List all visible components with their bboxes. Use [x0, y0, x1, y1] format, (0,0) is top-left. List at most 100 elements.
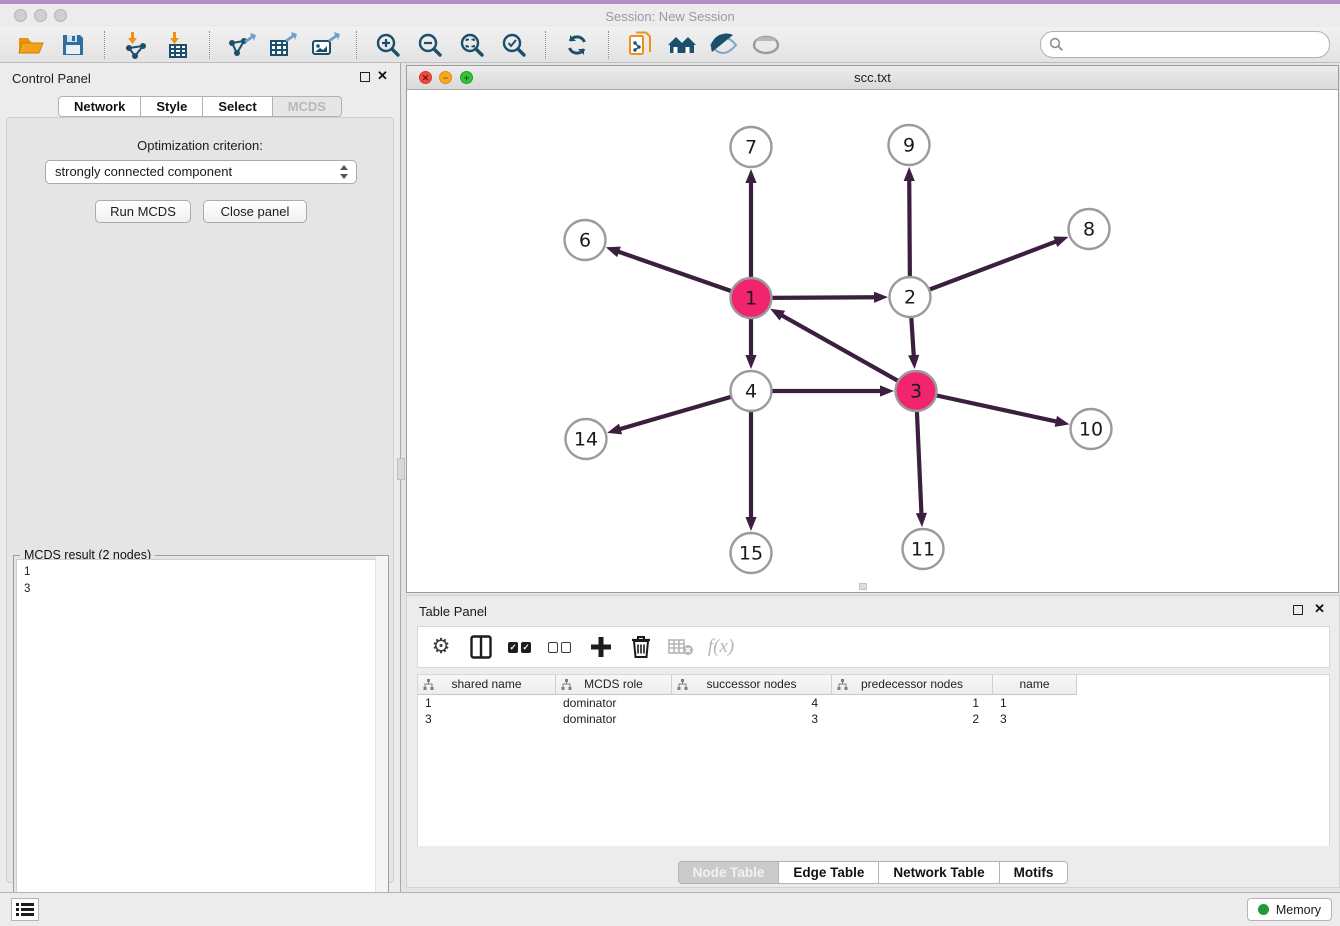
graph-node-label-4: 4 [745, 381, 757, 403]
network-canvas[interactable]: 7968124314101511 [407, 91, 1338, 592]
toolbar-separator [608, 31, 609, 59]
mcds-tab-content: Optimization criterion: strongly connect… [6, 117, 394, 883]
import-network-icon[interactable] [120, 30, 152, 60]
toolbar-separator [209, 31, 210, 59]
titlebar: Session: New Session [0, 4, 1340, 27]
zoom-in-icon[interactable] [372, 30, 404, 60]
control-panel: Control Panel ✕ Network Style Select MCD… [0, 63, 401, 892]
main-toolbar [0, 27, 1340, 63]
select-stepper-icon [339, 164, 350, 180]
graph-arrowhead [745, 169, 756, 183]
table-row[interactable]: 1 dominator 4 1 1 [418, 695, 1329, 711]
graph-arrowhead [770, 309, 785, 321]
graph-arrowhead [1053, 237, 1068, 247]
graph-arrowhead [874, 292, 888, 303]
graph-node-label-14: 14 [574, 429, 598, 451]
window-title: Session: New Session [0, 9, 1340, 24]
network-canvas-wrap: 7968124314101511 [407, 91, 1338, 597]
graph-arrowhead [880, 385, 894, 396]
home-view-icon[interactable] [666, 30, 698, 60]
graph-arrowhead [1055, 416, 1070, 427]
graph-arrowhead [606, 247, 621, 258]
network-view-title: scc.txt [407, 70, 1338, 85]
graph-node-label-11: 11 [911, 539, 935, 561]
view-resize-handle[interactable] [859, 583, 867, 590]
graph-edge-3-10[interactable] [936, 395, 1058, 422]
close-panel-button[interactable]: Close panel [203, 200, 307, 223]
show-hide-eye-icon[interactable] [750, 30, 782, 60]
table-row[interactable]: 3 dominator 3 2 3 [418, 711, 1329, 727]
search-input[interactable] [1040, 31, 1330, 58]
close-table-panel-icon[interactable]: ✕ [1314, 601, 1325, 617]
graph-edge-1-2[interactable] [771, 297, 876, 298]
zoom-out-icon[interactable] [414, 30, 446, 60]
graph-edge-1-6[interactable] [617, 251, 732, 291]
zoom-selected-icon[interactable] [498, 30, 530, 60]
task-history-button[interactable] [11, 898, 39, 921]
add-column-icon[interactable] [588, 633, 614, 661]
graph-arrowhead [904, 167, 915, 181]
import-table-icon[interactable] [162, 30, 194, 60]
column-header-shared-name[interactable]: shared name [418, 675, 556, 695]
mcds-result-text[interactable]: 1 3 [16, 559, 386, 926]
hide-graphics-details-icon[interactable] [708, 30, 740, 60]
graph-node-label-2: 2 [904, 287, 916, 309]
function-builder-icon-disabled: f(x) [708, 633, 734, 661]
optimization-criterion-label: Optimization criterion: [7, 138, 393, 153]
attribute-tree-icon [837, 679, 848, 690]
criterion-select[interactable]: strongly connected component [45, 160, 357, 184]
unselect-all-columns-icon[interactable] [548, 633, 574, 661]
graph-edge-3-11[interactable] [917, 411, 922, 515]
show-columns-icon[interactable] [468, 633, 494, 661]
criterion-value: strongly connected component [55, 164, 232, 179]
column-header-mcds-role[interactable]: MCDS role [556, 675, 672, 695]
node-table: shared name MCDS role successor nodes pr… [417, 674, 1330, 846]
column-header-predecessor-nodes[interactable]: predecessor nodes [832, 675, 993, 695]
table-settings-gear-icon[interactable]: ⚙ [428, 633, 454, 661]
select-all-columns-icon[interactable]: ✓✓ [508, 633, 534, 661]
graph-edge-2-3[interactable] [911, 317, 914, 357]
export-network-icon[interactable] [225, 30, 257, 60]
tab-select[interactable]: Select [203, 96, 272, 117]
delete-column-icon[interactable] [628, 633, 654, 661]
graph-edge-2-9[interactable] [909, 179, 910, 277]
attribute-tree-icon [561, 679, 572, 690]
float-table-panel-icon[interactable] [1293, 605, 1303, 615]
refresh-view-icon[interactable] [561, 30, 593, 60]
column-header-successor-nodes[interactable]: successor nodes [672, 675, 832, 695]
network-view-window: ✕ − + scc.txt 7968124314101511 [406, 65, 1339, 593]
export-image-icon[interactable] [309, 30, 341, 60]
table-panel-title: Table Panel [419, 604, 487, 619]
delete-table-icon-disabled [668, 633, 694, 661]
float-panel-icon[interactable] [360, 72, 370, 82]
export-table-icon[interactable] [267, 30, 299, 60]
tab-mcds[interactable]: MCDS [273, 96, 342, 117]
tab-network-table[interactable]: Network Table [879, 861, 999, 884]
save-session-icon[interactable] [57, 30, 89, 60]
graph-edge-2-8[interactable] [929, 241, 1058, 290]
mcds-result-fieldset: MCDS result (2 nodes) 1 3 [13, 555, 389, 926]
graph-edge-3-1[interactable] [781, 315, 899, 381]
tab-node-table[interactable]: Node Table [678, 861, 780, 884]
column-header-name[interactable]: name [993, 675, 1077, 695]
graph-edge-4-14[interactable] [619, 397, 732, 430]
graph-node-label-7: 7 [745, 137, 757, 159]
memory-button[interactable]: Memory [1247, 898, 1332, 921]
control-panel-title: Control Panel [12, 71, 91, 86]
graph-node-label-9: 9 [903, 135, 915, 157]
network-window-titlebar[interactable]: ✕ − + scc.txt [407, 66, 1338, 90]
duplicate-network-icon[interactable] [624, 30, 656, 60]
tab-motifs[interactable]: Motifs [1000, 861, 1069, 884]
open-session-icon[interactable] [15, 30, 47, 60]
zoom-fit-icon[interactable] [456, 30, 488, 60]
graph-arrowhead [916, 513, 927, 527]
mcds-result-scrollbar[interactable] [375, 556, 388, 926]
tab-style[interactable]: Style [141, 96, 203, 117]
tab-network[interactable]: Network [58, 96, 141, 117]
panel-splitter-handle[interactable] [397, 458, 405, 480]
tab-edge-table[interactable]: Edge Table [779, 861, 879, 884]
close-panel-icon[interactable]: ✕ [377, 68, 388, 84]
graph-node-label-8: 8 [1083, 219, 1095, 241]
table-panel-tabs: Node Table Edge Table Network Table Moti… [407, 861, 1339, 884]
run-mcds-button[interactable]: Run MCDS [95, 200, 191, 223]
